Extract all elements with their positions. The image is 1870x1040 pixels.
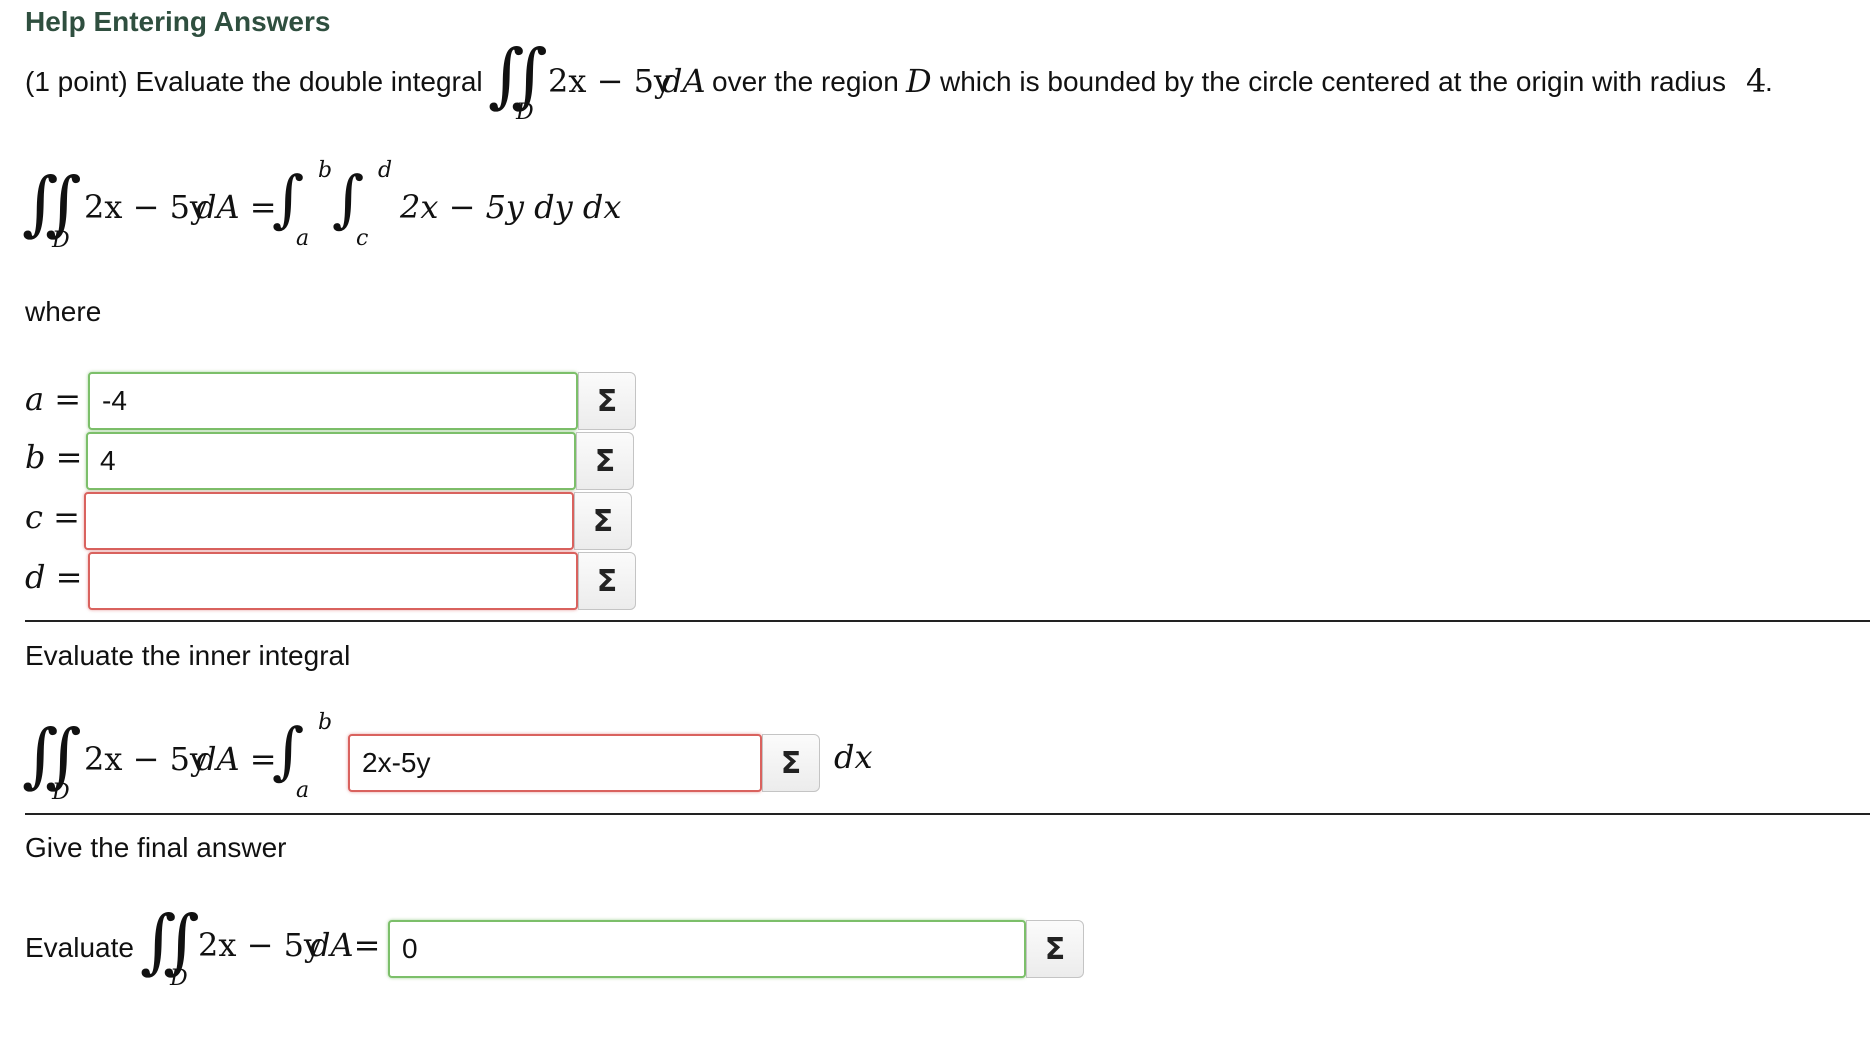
section-divider-2 (25, 813, 1870, 815)
outer-lower-limit: a (296, 226, 310, 251)
where-label: where (25, 296, 102, 327)
outer-upper-limit: b (318, 158, 333, 183)
inner-upper-limit: d (378, 158, 393, 183)
problem-suffix: which is bounded by the circle centered … (940, 66, 1726, 97)
inner-lower-limit: c (356, 226, 369, 251)
bound-b-input[interactable]: 4 (86, 432, 576, 490)
inner-lhs-dA: dA = (196, 740, 277, 778)
final-heading: Give the final answer (25, 832, 287, 863)
inner-integral-input[interactable]: 2x-5y (348, 734, 762, 792)
equation-editor-inner-button[interactable]: Σ (762, 734, 820, 792)
problem-period: . (1765, 66, 1773, 97)
inner-heading: Evaluate the inner integral (25, 640, 351, 671)
equation-editor-d-button[interactable]: Σ (578, 552, 636, 610)
problem-radius: 4 (1746, 62, 1767, 100)
evaluate-label: Evaluate (25, 932, 134, 963)
inner-lower-limit-a: a (296, 778, 310, 803)
equation-editor-c-button[interactable]: Σ (574, 492, 632, 550)
bound-a-label: a = (25, 380, 82, 418)
inner-lhs-integrand: 2x − 5y (84, 740, 208, 778)
final-dA: dA= (310, 926, 381, 964)
section-divider-1 (25, 620, 1870, 622)
setup-rhs: 2x − 5y dy dx (400, 188, 622, 226)
bound-d-label: d = (25, 558, 83, 596)
bound-d-input[interactable] (88, 552, 578, 610)
outer-integral-symbol: ∫ (272, 162, 305, 235)
inner-single-integral-symbol: ∫ (272, 714, 305, 787)
equation-editor-a-button[interactable]: Σ (578, 372, 636, 430)
final-answer-input[interactable]: 0 (388, 920, 1026, 978)
problem-dA: dA (662, 62, 706, 100)
final-integrand: 2x − 5y (198, 926, 322, 964)
inner-integral-symbol: ∫ (332, 162, 365, 235)
bound-a-input[interactable]: -4 (88, 372, 578, 430)
setup-region-subscript: D (52, 228, 70, 253)
equation-editor-b-button[interactable]: Σ (576, 432, 634, 490)
problem-region: D (906, 62, 932, 100)
problem-middle-text: over the region (712, 66, 899, 97)
problem-integrand: 2x − 5y (548, 62, 672, 100)
equation-editor-final-button[interactable]: Σ (1026, 920, 1084, 978)
inner-region-subscript: D (52, 780, 70, 805)
setup-lhs-dA: dA = (196, 188, 277, 226)
problem-region-subscript: D (516, 100, 534, 125)
final-region-subscript: D (170, 966, 188, 991)
problem-prefix: (1 point) Evaluate the double integral (25, 66, 483, 97)
bound-c-label: c = (25, 498, 80, 536)
help-entering-answers-link[interactable]: Help Entering Answers (25, 6, 330, 38)
inner-dx: dx (834, 738, 873, 776)
bound-c-input[interactable] (84, 492, 574, 550)
inner-upper-limit-b: b (318, 710, 333, 735)
bound-b-label: b = (25, 438, 83, 476)
setup-lhs-integrand: 2x − 5y (84, 188, 208, 226)
